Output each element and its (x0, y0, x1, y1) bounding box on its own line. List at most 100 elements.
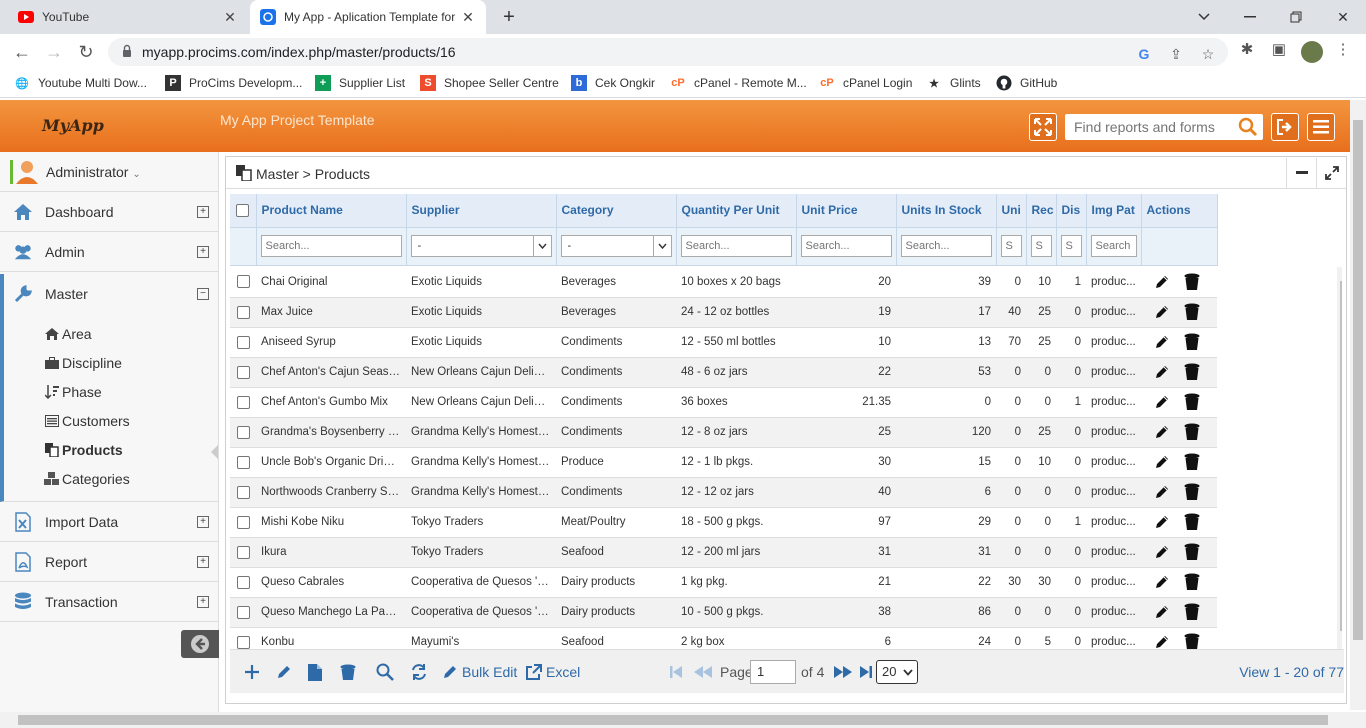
browser-tab-youtube[interactable]: YouTube ✕ (8, 0, 248, 34)
bookmark-item[interactable]: cP cPanel Login (819, 75, 912, 91)
table-row[interactable]: Northwoods Cranberry Sau... Grandma Kelly… (230, 477, 1217, 508)
delete-trash-icon[interactable] (1182, 602, 1202, 622)
table-row[interactable]: Grandma's Boysenberry Sp... Grandma Kelly… (230, 417, 1217, 448)
minimize-panel-button[interactable] (1286, 158, 1316, 188)
col-header-discontinued[interactable]: Dis (1056, 194, 1087, 228)
table-row[interactable]: Max Juice Exotic Liquids Beverages 24 - 12 … (230, 297, 1217, 328)
delete-trash-icon[interactable] (1182, 542, 1202, 562)
row-checkbox[interactable] (236, 305, 250, 319)
table-row[interactable]: Queso Manchego La Pastora Cooperativa de … (230, 597, 1217, 628)
edit-pencil-icon[interactable] (1152, 392, 1172, 412)
expand-toggle-icon[interactable]: + (197, 595, 209, 608)
edit-pencil-icon[interactable] (1152, 332, 1172, 352)
edit-pencil-icon[interactable] (1152, 302, 1172, 322)
google-icon[interactable]: G (1136, 46, 1152, 62)
sidebar-item-dashboard[interactable]: Dashboard + (0, 192, 219, 232)
delete-trash-icon[interactable] (1182, 452, 1202, 472)
sidebar-subitem-categories[interactable]: Categories (44, 468, 130, 490)
reload-icon[interactable]: ↻ (74, 40, 98, 64)
previous-page-button[interactable] (694, 662, 716, 682)
row-checkbox[interactable] (236, 455, 250, 469)
new-tab-button[interactable]: + (498, 6, 520, 28)
side-panel-icon[interactable]: ▣ (1269, 40, 1289, 60)
sidebar-item-master[interactable]: Master − (0, 274, 219, 314)
row-checkbox[interactable] (236, 545, 250, 559)
delete-trash-icon[interactable] (1182, 482, 1202, 502)
row-checkbox[interactable] (236, 575, 250, 589)
bookmark-item[interactable]: ★ Glints (926, 75, 981, 91)
table-row[interactable]: Aniseed Syrup Exotic Liquids Condiments 12 … (230, 327, 1217, 358)
filter-discontinued-input[interactable] (1060, 235, 1082, 257)
filter-category-select[interactable]: - (560, 235, 672, 257)
main-menu-button[interactable] (1307, 113, 1335, 141)
col-header-product-name[interactable]: Product Name (256, 194, 407, 228)
bookmark-item[interactable]: + Supplier List (315, 75, 405, 91)
row-checkbox[interactable] (236, 515, 250, 529)
excel-export-button[interactable]: Excel (526, 662, 580, 682)
filter-units-on-order-input[interactable] (1000, 235, 1022, 257)
row-checkbox[interactable] (236, 425, 250, 439)
col-header-supplier[interactable]: Supplier (406, 194, 557, 228)
close-icon[interactable]: ✕ (222, 9, 238, 26)
page-horizontal-scrollbar[interactable] (0, 712, 1366, 728)
filter-supplier-select[interactable]: - (410, 235, 552, 257)
row-checkbox[interactable] (236, 485, 250, 499)
col-header-quantity-per-unit[interactable]: Quantity Per Unit (676, 194, 797, 228)
edit-pencil-icon[interactable] (1152, 272, 1172, 292)
page-vertical-scrollbar[interactable] (1350, 100, 1366, 710)
forward-icon[interactable]: → (42, 40, 66, 64)
sidebar-subitem-customers[interactable]: Customers (44, 410, 130, 432)
bookmark-item[interactable]: b Cek Ongkir (571, 75, 655, 91)
tab-search-icon[interactable] (1181, 0, 1227, 34)
window-close-icon[interactable]: ✕ (1320, 0, 1366, 34)
delete-trash-icon[interactable] (1182, 332, 1202, 352)
delete-trash-icon[interactable] (1182, 422, 1202, 442)
sidebar-subitem-products[interactable]: Products (44, 439, 123, 461)
app-logo[interactable]: MyApp (0, 100, 220, 152)
bookmark-star-icon[interactable]: ☆ (1200, 46, 1216, 62)
edit-pencil-icon[interactable] (1152, 512, 1172, 532)
expand-toggle-icon[interactable]: + (197, 515, 209, 528)
row-checkbox[interactable] (236, 365, 250, 379)
edit-pencil-icon[interactable] (1152, 452, 1172, 472)
bulk-edit-button[interactable]: Bulk Edit (442, 662, 517, 682)
sidebar-subitem-phase[interactable]: Phase (44, 381, 102, 403)
search-records-button[interactable] (376, 662, 398, 682)
back-icon[interactable]: ← (10, 40, 34, 64)
row-checkbox[interactable] (236, 335, 250, 349)
edit-pencil-icon[interactable] (1152, 572, 1172, 592)
table-row[interactable]: Chef Anton's Cajun Season... New Orleans … (230, 357, 1217, 388)
delete-trash-icon[interactable] (1182, 392, 1202, 412)
col-header-reorder-level[interactable]: Rec (1026, 194, 1057, 228)
browser-tab-myapp[interactable]: My App - Aplication Template for ✕ (250, 0, 486, 34)
scrollbar-thumb[interactable] (1340, 281, 1342, 631)
edit-pencil-icon[interactable] (1152, 542, 1172, 562)
row-checkbox[interactable] (236, 275, 250, 289)
row-checkbox[interactable] (236, 395, 250, 409)
share-icon[interactable]: ⇪ (1168, 46, 1184, 62)
filter-units-in-stock-input[interactable] (900, 235, 992, 257)
row-checkbox[interactable] (236, 635, 250, 649)
select-all-checkbox[interactable] (236, 204, 249, 218)
delete-trash-icon[interactable] (1182, 362, 1202, 382)
col-header-unit-price[interactable]: Unit Price (796, 194, 897, 228)
col-header-units-on-order[interactable]: Uni (996, 194, 1027, 228)
delete-trash-icon[interactable] (1182, 302, 1202, 322)
last-page-button[interactable] (860, 662, 876, 682)
add-record-button[interactable] (244, 662, 264, 682)
col-header-img-path[interactable]: Img Pat (1086, 194, 1142, 228)
filter-img-path-input[interactable] (1090, 235, 1137, 257)
edit-pencil-icon[interactable] (1152, 602, 1172, 622)
first-page-button[interactable] (670, 662, 686, 682)
sidebar-subitem-area[interactable]: Area (44, 323, 92, 345)
url-omnibox[interactable]: myapp.procims.com/index.php/master/produ… (108, 38, 1228, 66)
row-checkbox[interactable] (236, 605, 250, 619)
sidebar-subitem-discipline[interactable]: Discipline (44, 352, 122, 374)
scrollbar-thumb[interactable] (18, 715, 1328, 725)
sidebar-collapse-button[interactable] (181, 630, 219, 658)
minimize-icon[interactable] (1227, 0, 1273, 34)
filter-product-name-input[interactable] (260, 235, 402, 257)
delete-trash-icon[interactable] (1182, 632, 1202, 649)
table-row[interactable]: Uncle Bob's Organic Dried ... Grandma Kel… (230, 447, 1217, 478)
close-icon[interactable]: ✕ (460, 9, 476, 26)
